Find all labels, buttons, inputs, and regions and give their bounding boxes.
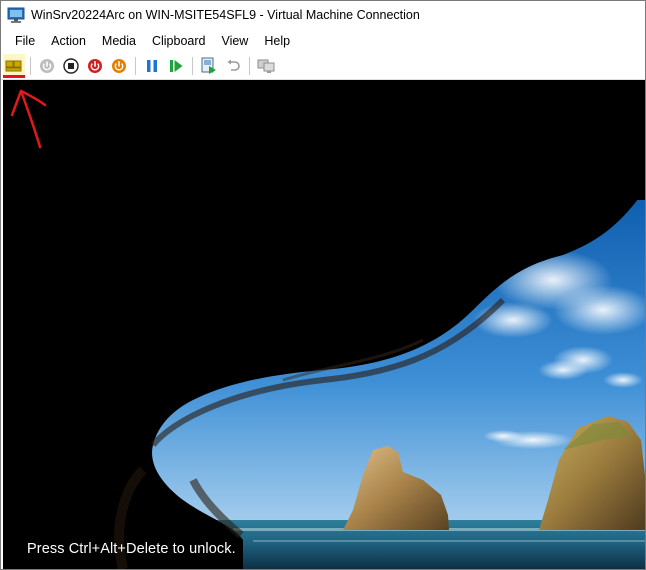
lock-screen-background: [3, 80, 645, 569]
title-bar: WinSrv20224Arc on WIN-MSITE54SFL9 - Virt…: [1, 1, 645, 29]
save-icon: [112, 59, 126, 73]
toolbar-separator: [192, 57, 193, 75]
turn-off-icon: [63, 58, 79, 74]
start-icon: [40, 59, 54, 73]
shut-down-icon: [88, 59, 102, 73]
resume-icon: [170, 60, 183, 72]
turn-off-button[interactable]: [60, 55, 82, 77]
ctrl-alt-del-icon: [5, 60, 22, 71]
shut-down-button[interactable]: [84, 55, 106, 77]
toolbar-separator: [135, 57, 136, 75]
checkpoint-icon: [201, 57, 216, 74]
window-title: WinSrv20224Arc on WIN-MSITE54SFL9 - Virt…: [31, 8, 420, 22]
vm-screen[interactable]: Press Ctrl+Alt+Delete to unlock.: [3, 80, 645, 569]
resume-button[interactable]: [165, 55, 187, 77]
menu-action[interactable]: Action: [43, 30, 94, 52]
checkpoint-button[interactable]: [198, 55, 220, 77]
toolbar: [1, 53, 645, 80]
enhanced-session-button[interactable]: [255, 55, 277, 77]
menu-file[interactable]: File: [7, 30, 43, 52]
enhanced-session-icon: [257, 59, 275, 73]
lock-screen-message: Press Ctrl+Alt+Delete to unlock.: [27, 541, 236, 557]
menu-view[interactable]: View: [213, 30, 256, 52]
toolbar-separator: [30, 57, 31, 75]
revert-icon: [227, 59, 240, 71]
menu-clipboard[interactable]: Clipboard: [144, 30, 214, 52]
menu-media[interactable]: Media: [94, 30, 144, 52]
vm-connection-app-icon: [7, 7, 25, 23]
ctrl-alt-del-button[interactable]: [3, 54, 25, 78]
menu-bar: File Action Media Clipboard View Help: [1, 29, 645, 53]
save-button[interactable]: [108, 55, 130, 77]
toolbar-separator: [249, 57, 250, 75]
menu-help[interactable]: Help: [256, 30, 298, 52]
vm-connection-window: WinSrv20224Arc on WIN-MSITE54SFL9 - Virt…: [0, 0, 646, 570]
pause-icon: [147, 60, 157, 72]
pause-button[interactable]: [141, 55, 163, 77]
revert-button[interactable]: [222, 55, 244, 77]
start-button[interactable]: [36, 55, 58, 77]
